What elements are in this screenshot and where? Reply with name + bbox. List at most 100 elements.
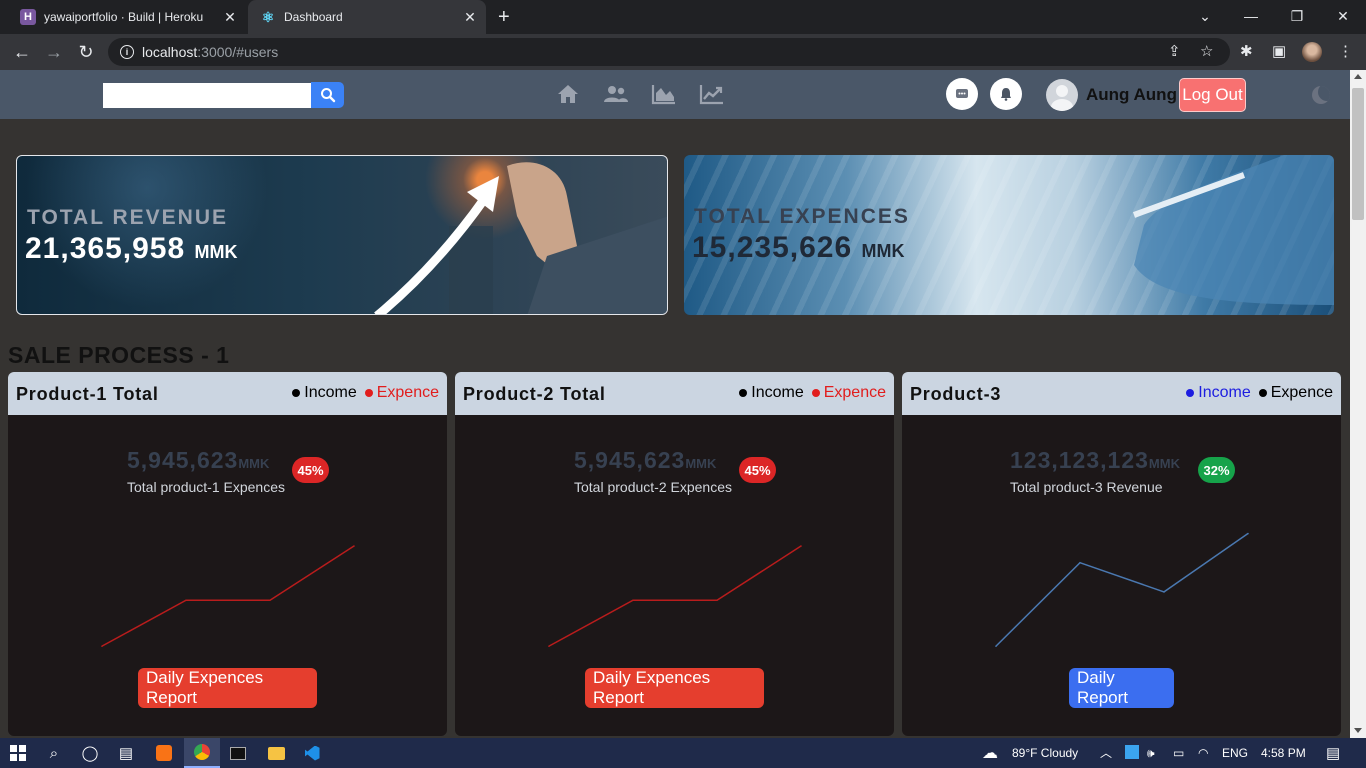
site-info-icon[interactable]: i [120,45,134,59]
tray-chevron-up-icon[interactable]: ︿ [1100,744,1112,761]
total-revenue-amount: 21,365,958 MMK [25,232,238,266]
legend-expence[interactable]: Expence [811,384,886,402]
legend-income[interactable]: Income [739,384,804,402]
browser-tab-dashboard[interactable]: ⚛ Dashboard ✕ [248,0,486,34]
scrollbar-thumb[interactable] [1352,88,1364,220]
back-arrow-icon[interactable]: ← [10,40,34,64]
nav-trend[interactable] [699,83,725,105]
nav-home[interactable] [555,83,581,105]
sparkline-series-line [101,545,355,647]
sparkline-point-1 [185,599,187,602]
browser-titlebar: H yawaiportfolio · Build | Heroku ✕ ⚛ Da… [0,0,1366,34]
scroll-down-arrow-icon[interactable] [1354,728,1362,733]
legend-dot-icon [292,389,301,397]
search-input[interactable] [103,83,311,108]
finance-paper-hand-image [1132,155,1334,305]
clock[interactable]: 4:58 PM [1261,746,1306,760]
total-expences-amount: 15,235,626 MMK [692,231,905,265]
react-favicon-icon: ⚛ [261,8,275,25]
home-icon [558,85,578,103]
search-button[interactable] [311,82,344,108]
legend-expence[interactable]: Expence [364,384,439,402]
nav-users[interactable] [603,83,629,105]
volume-icon[interactable]: 🕪 [1147,746,1155,761]
legend-income[interactable]: Income [1186,384,1251,402]
logout-button[interactable]: Log Out [1179,78,1246,112]
nav-area-chart[interactable] [651,83,677,105]
product-card-3: Product-3 Income Expence 123,123,123MMK … [902,372,1341,736]
daily-expences-report-button[interactable]: Daily Expences Report [585,668,764,708]
extensions-puzzle-icon[interactable]: ✱ [1240,42,1253,60]
legend-label: Expence [1270,384,1333,401]
weather-cloud-icon[interactable]: ☁ [982,743,998,763]
cortana-icon[interactable]: ◯ [72,738,108,768]
minimize-button[interactable]: — [1228,0,1274,32]
share-icon[interactable]: ⇪ [1168,42,1181,60]
sparkline-point-1 [1079,561,1081,564]
search-icon[interactable]: ⌕ [36,738,72,768]
sparkline-point-2 [1163,591,1165,593]
daily-expences-report-button[interactable]: Daily Expences Report [138,668,317,708]
forward-arrow-icon[interactable]: → [42,40,66,64]
card-title: Product-3 [910,384,1002,404]
total-revenue-banner: TOTAL REVENUE 21,365,958 MMK [16,155,668,315]
product-card-2: Product-2 Total Income Expence 5,945,623… [455,372,894,736]
heroku-favicon-icon: H [20,9,36,25]
scroll-up-arrow-icon[interactable] [1354,74,1362,79]
file-explorer-icon[interactable] [258,738,294,768]
language-indicator[interactable]: ENG [1222,746,1248,760]
user-avatar[interactable] [1046,79,1078,111]
legend-dot-icon [1186,389,1195,397]
total-expences-label: TOTAL EXPENCES [694,205,910,228]
chrome-icon[interactable] [184,738,220,768]
terminal-icon[interactable] [220,738,256,768]
bookmark-star-icon[interactable]: ☆ [1200,42,1213,60]
sparkline-point-1 [632,599,634,602]
notifications-center-icon[interactable]: ▤ [1326,744,1340,762]
sparkline-point-3 [353,545,355,547]
card-legend: Income Expence [731,384,886,402]
legend-label: Income [1198,384,1251,401]
app-header: Aung Aung Log Out [0,70,1350,119]
xampp-icon[interactable] [146,738,182,768]
weather-text[interactable]: 89°F Cloudy [1012,746,1078,760]
legend-expence[interactable]: Expence [1258,384,1333,402]
tab-search-chevron-icon[interactable]: ⌄ [1182,0,1228,32]
side-panel-icon[interactable]: ▣ [1272,42,1286,60]
user-name: Aung Aung [1086,85,1177,104]
close-tab-icon[interactable]: ✕ [460,9,480,26]
sparkline-series-line [548,545,802,647]
expences-unit: MMK [861,241,905,261]
close-window-button[interactable]: ✕ [1320,0,1366,32]
reload-icon[interactable]: ↻ [74,40,98,64]
sparkline-point-2 [269,599,271,602]
task-view-icon[interactable]: ▤ [108,738,144,768]
menu-kebab-icon[interactable]: ⋮ [1338,42,1353,60]
tray-app-icon[interactable] [1125,745,1139,762]
legend-dot-icon [1258,389,1267,397]
legend-income[interactable]: Income [292,384,357,402]
revenue-value: 21,365,958 [25,232,186,265]
wifi-icon[interactable]: ◠ [1198,746,1208,760]
battery-icon[interactable]: ▭ [1173,746,1184,760]
chat-icon [956,89,968,98]
close-tab-icon[interactable]: ✕ [220,9,240,26]
daily-report-button[interactable]: Daily Report [1069,668,1174,708]
messages-button[interactable] [946,78,978,110]
new-tab-button[interactable]: + [498,6,510,29]
notifications-button[interactable] [990,78,1022,110]
sparkline-point-3 [1247,532,1249,535]
total-expences-banner: TOTAL EXPENCES 15,235,626 MMK [684,155,1334,315]
profile-avatar[interactable] [1302,42,1322,62]
address-bar[interactable]: i localhost:3000/#users ⇪ ☆ [108,38,1230,66]
product-card-1: Product-1 Total Income Expence 5,945,623… [8,372,447,736]
windows-start-icon[interactable] [0,738,36,768]
browser-tab-heroku[interactable]: H yawaiportfolio · Build | Heroku ✕ [8,0,246,34]
url-host: localhost [142,44,198,60]
maximize-button[interactable]: ❐ [1274,0,1320,32]
card-title: Product-2 Total [463,384,606,404]
vscode-icon[interactable] [294,738,330,768]
legend-label: Expence [376,384,439,401]
dark-mode-moon-icon[interactable] [1312,86,1330,104]
tab-title: Dashboard [284,10,343,24]
